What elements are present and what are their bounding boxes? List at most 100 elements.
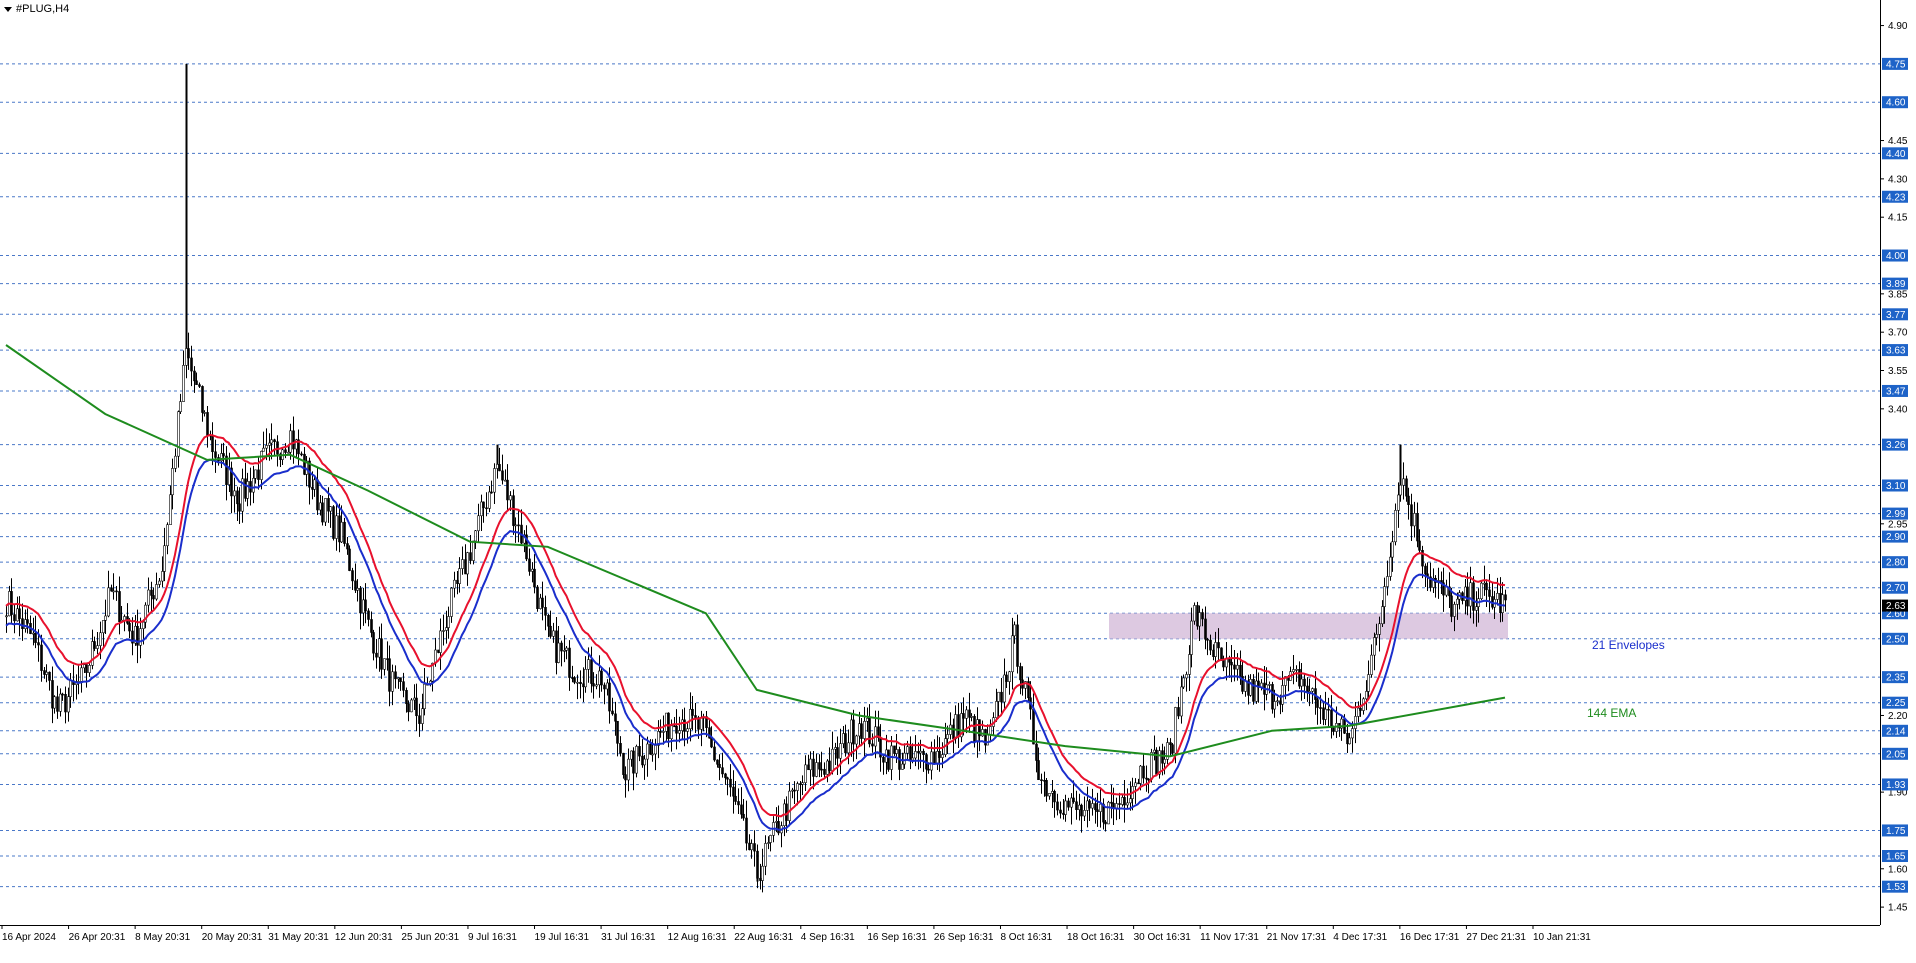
candle-body: [670, 725, 673, 740]
candle-body: [214, 451, 217, 458]
level-label: 3.63: [1886, 346, 1906, 357]
candle-body: [88, 665, 91, 673]
price-tick-label: 3.70: [1888, 328, 1908, 339]
candle-body: [166, 524, 169, 547]
time-tick-label: 16 Dec 17:31: [1400, 932, 1460, 943]
candle-body: [1381, 606, 1384, 625]
candle-body: [989, 726, 992, 736]
candle-body: [313, 479, 316, 490]
time-tick-label: 9 Jul 16:31: [468, 932, 517, 943]
candle-body: [1158, 750, 1161, 775]
candle-body: [187, 348, 190, 359]
time-tick-label: 22 Aug 16:31: [734, 932, 793, 943]
candle-body: [405, 690, 408, 705]
time-tick-label: 20 May 20:31: [202, 932, 263, 943]
candle-body: [367, 610, 370, 620]
candle-body: [627, 758, 630, 781]
candle-body: [329, 506, 332, 512]
time-tick-label: 31 Jul 16:31: [601, 932, 656, 943]
candle-body: [734, 795, 737, 802]
lower-envelope-line: [5, 458, 1506, 831]
candle-body: [1072, 797, 1075, 803]
candle-body: [868, 718, 871, 745]
price-tick-label: 3.40: [1888, 404, 1908, 415]
candle-body: [962, 713, 965, 719]
candle-body: [995, 701, 998, 719]
candle-body: [203, 412, 206, 414]
candle-body: [445, 627, 448, 631]
symbol-title[interactable]: #PLUG,H4: [4, 3, 69, 15]
candle-body: [573, 677, 576, 683]
candle-body: [1456, 598, 1459, 605]
candle-body: [710, 737, 713, 748]
candle-body: [1051, 790, 1054, 794]
candle-body: [1190, 620, 1193, 655]
candle-body: [442, 630, 445, 632]
candle-body: [370, 619, 373, 633]
candle-body: [750, 843, 753, 851]
candle-body: [1212, 649, 1215, 657]
level-label: 4.40: [1886, 149, 1906, 160]
candle-body: [600, 670, 603, 686]
candle-body: [252, 477, 255, 493]
candle-body: [1177, 707, 1180, 717]
candle-body: [195, 380, 198, 385]
time-tick-label: 19 Jul 16:31: [535, 932, 590, 943]
candle-body: [93, 641, 96, 649]
candle-body: [1126, 802, 1129, 806]
candle-body: [174, 455, 177, 469]
candle-body: [863, 721, 866, 739]
candle-body: [1268, 684, 1271, 686]
candle-body: [1319, 707, 1322, 709]
candle-body: [729, 778, 732, 788]
candle-body: [1099, 803, 1102, 812]
candle-body: [115, 590, 118, 593]
candle-body: [1019, 666, 1022, 681]
candle-body: [871, 743, 874, 747]
candle-body: [965, 709, 968, 719]
level-label: 3.10: [1886, 481, 1906, 492]
candle-body: [13, 614, 16, 622]
candle-body: [895, 749, 898, 754]
candle-body: [1300, 678, 1303, 687]
candle-body: [860, 723, 863, 739]
candle-body: [351, 570, 354, 582]
candle-body: [1037, 760, 1040, 781]
candle-body: [99, 632, 102, 646]
candle-body: [547, 614, 550, 627]
candle-body: [836, 747, 839, 759]
candle-body: [1188, 654, 1191, 675]
candle-body: [340, 521, 343, 543]
candle-body: [171, 468, 174, 496]
candle-body: [1378, 623, 1381, 635]
dropdown-triangle-icon[interactable]: [4, 6, 12, 12]
chart-window[interactable]: 4.90 4.45 4.30 4.15 3.85 3.70 3.55 3.40 2.95 2.20…: [0, 0, 1916, 963]
candle-body: [1075, 801, 1078, 810]
price-chart[interactable]: 4.90 4.45 4.30 4.15 3.85 3.70 3.55 3.40 2.95 2.20…: [0, 0, 1916, 963]
candle-body: [1322, 707, 1325, 720]
level-label: 3.26: [1886, 440, 1906, 451]
candle-body: [1295, 669, 1298, 671]
current-price-label: 2.63: [1886, 601, 1906, 612]
candle-body: [260, 450, 263, 480]
candle-body: [1330, 709, 1333, 728]
price-tick-label: 3.55: [1888, 366, 1908, 377]
candle-body: [683, 719, 686, 732]
candle-body: [1252, 679, 1255, 702]
candle-body: [592, 683, 595, 687]
candle-body: [1161, 750, 1164, 764]
candle-body: [466, 552, 469, 575]
candle-body: [1134, 782, 1137, 787]
candle-body: [1496, 592, 1499, 600]
candle-body: [844, 733, 847, 754]
candle-body: [1123, 797, 1126, 806]
candle-body: [1171, 744, 1174, 754]
candle-body: [1104, 821, 1107, 825]
candle-body: [477, 515, 480, 532]
level-label: 2.25: [1886, 698, 1906, 709]
time-tick-label: 8 Oct 16:31: [1000, 932, 1052, 943]
candle-body: [246, 481, 249, 499]
candle-body: [726, 777, 729, 780]
candle-body: [233, 490, 236, 497]
candle-body: [584, 669, 587, 688]
